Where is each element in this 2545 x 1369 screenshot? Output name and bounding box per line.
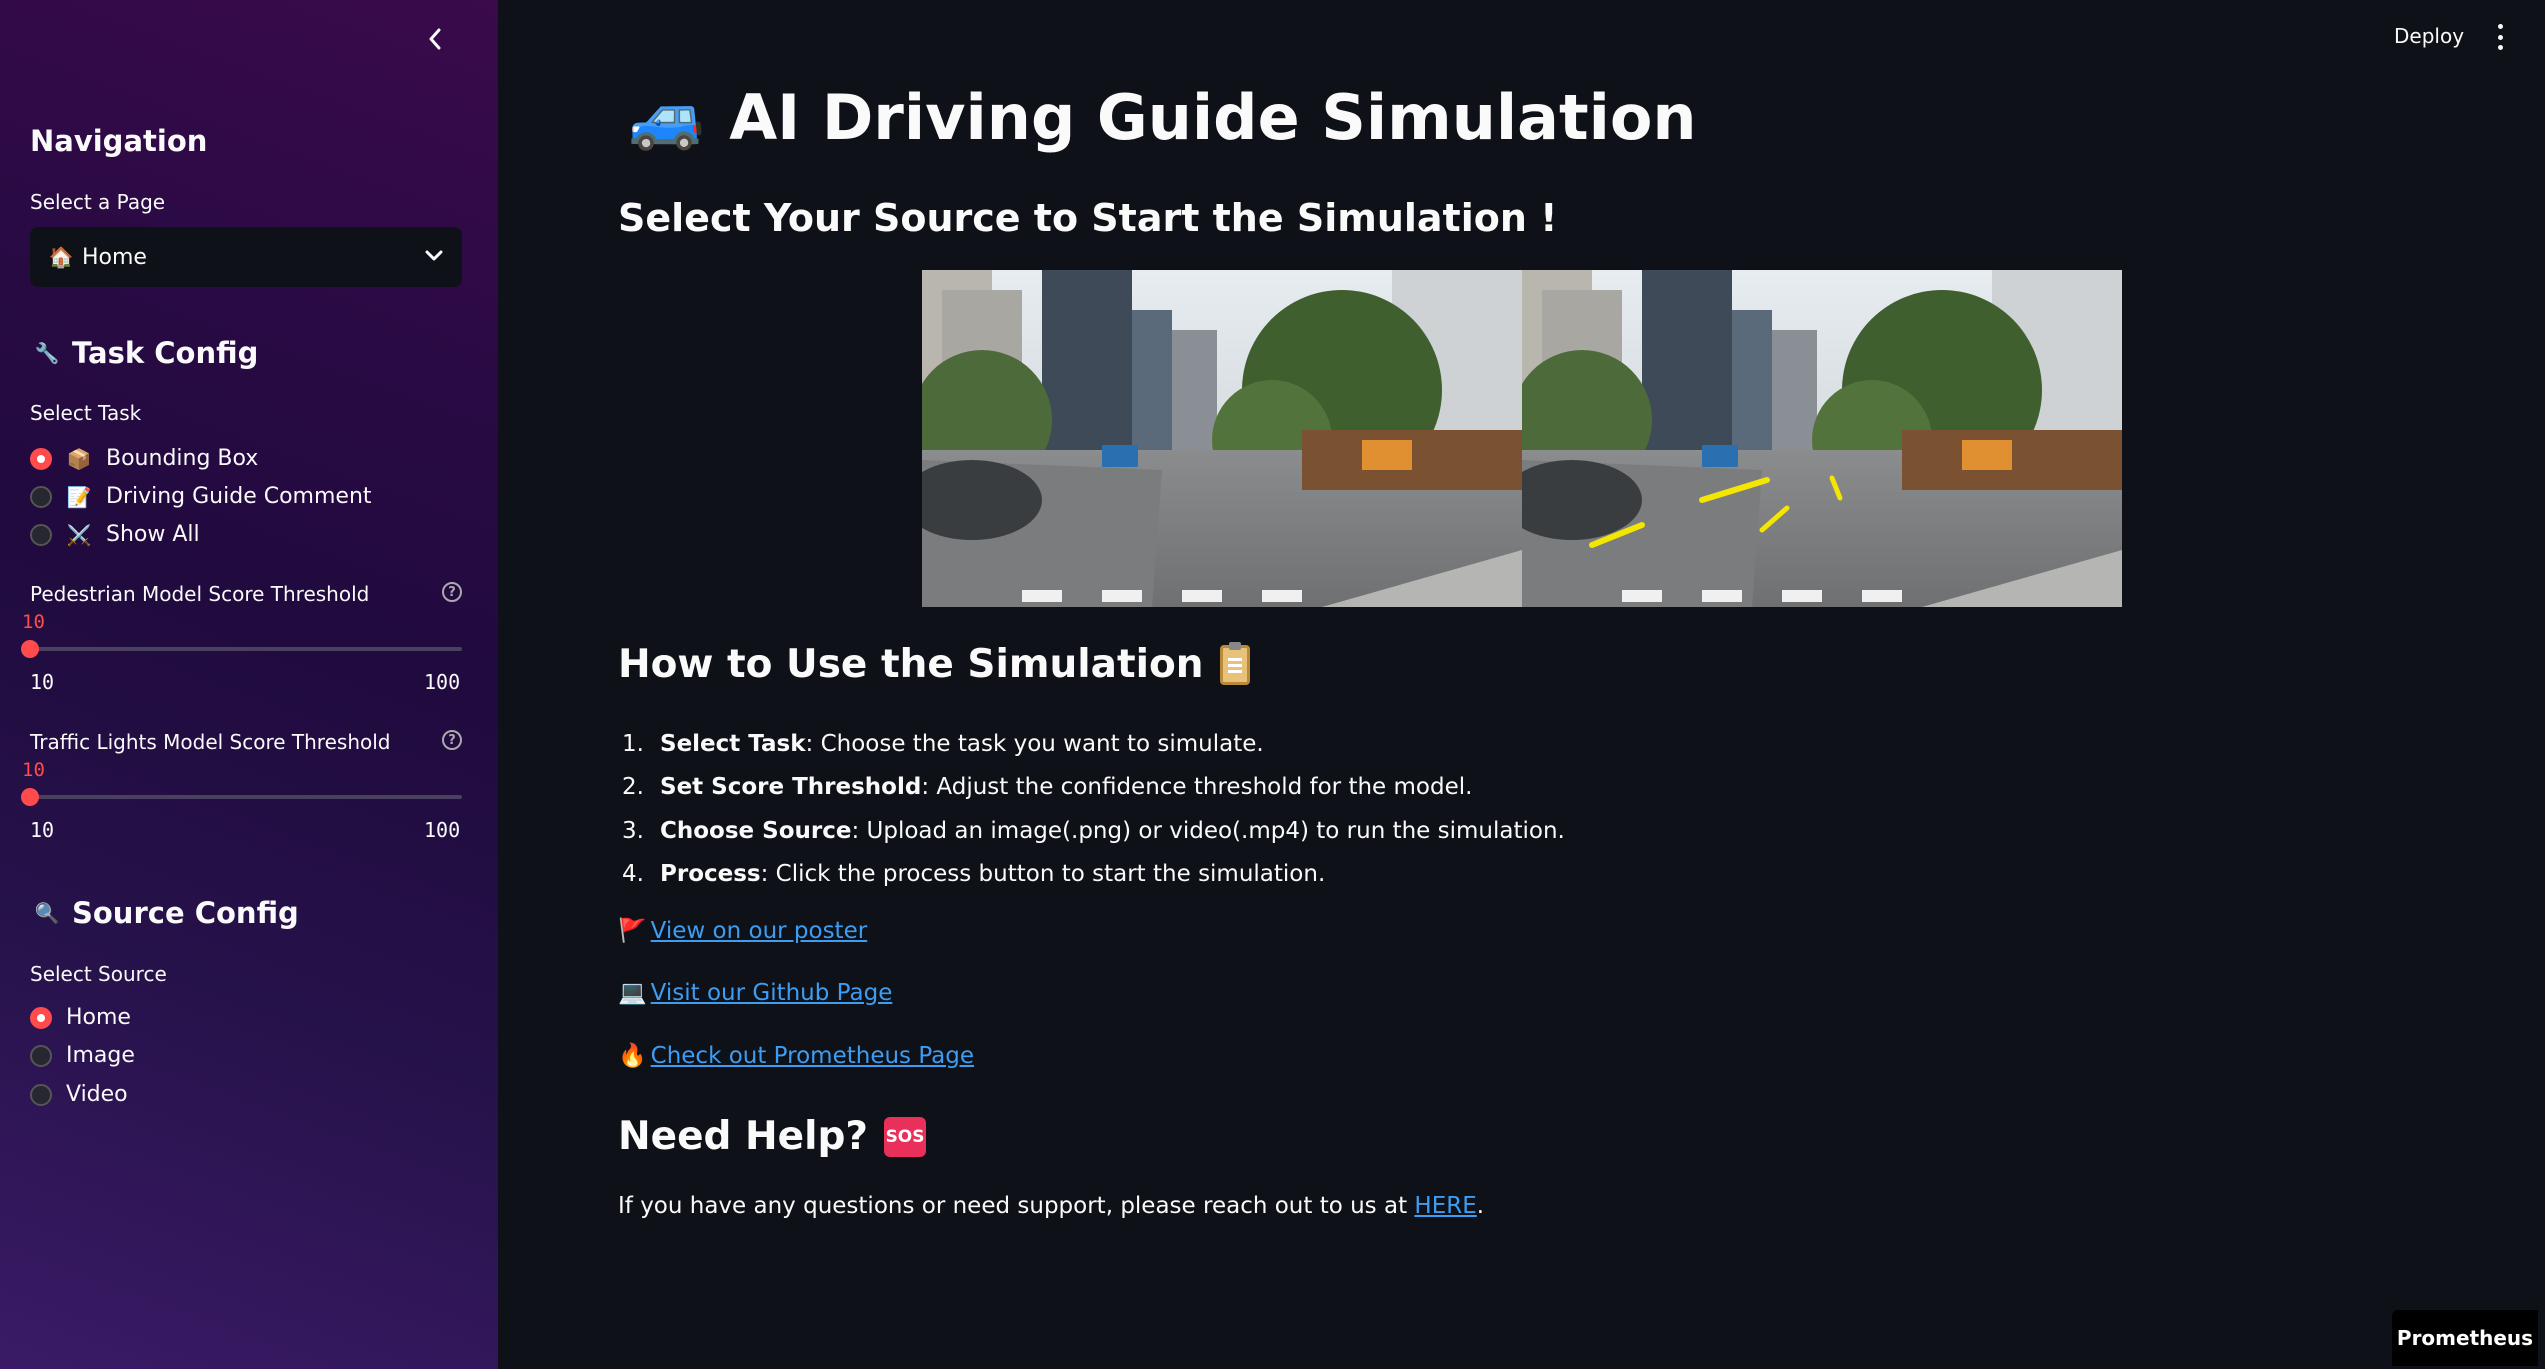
- radio-selected[interactable]: [30, 447, 52, 470]
- prometheus-link-row: 🔥 Check out Prometheus Page: [618, 1042, 974, 1070]
- original-frame: [922, 270, 1522, 607]
- task-config-title: Task Config: [72, 336, 259, 370]
- home-icon: 🏠: [48, 245, 74, 269]
- radio-selected[interactable]: [30, 1006, 52, 1029]
- simulation-preview-image: [922, 270, 2122, 607]
- fire-icon: 🔥: [618, 1043, 647, 1069]
- select-task-label: Select Task: [30, 401, 142, 425]
- poster-link-row: 🚩 View on our poster: [618, 917, 868, 945]
- main-menu-icon[interactable]: [2490, 24, 2510, 50]
- how-to-heading: How to Use the Simulation: [618, 641, 1250, 687]
- pedestrian-slider-value: 10: [22, 611, 45, 633]
- source-option-video[interactable]: Video: [30, 1082, 128, 1107]
- source-option-label: Home: [66, 1005, 131, 1030]
- pedestrian-threshold-text: Pedestrian Model Score Threshold: [30, 582, 370, 606]
- collapse-sidebar-button[interactable]: [420, 24, 450, 54]
- prometheus-badge[interactable]: Prometheus: [2392, 1310, 2538, 1366]
- traffic-threshold-text: Traffic Lights Model Score Threshold: [30, 730, 391, 754]
- help-link[interactable]: HERE: [1414, 1193, 1476, 1219]
- task-option-show-all[interactable]: ⚔️ Show All: [30, 522, 200, 547]
- traffic-threshold-label: Traffic Lights Model Score Threshold ?: [30, 730, 462, 754]
- task-option-driving-guide-comment[interactable]: 📝 Driving Guide Comment: [30, 484, 372, 509]
- task-option-label: Show All: [106, 522, 200, 547]
- radio-unselected[interactable]: [30, 1044, 52, 1067]
- magnifier-icon: 🔍: [34, 901, 60, 925]
- traffic-slider-min: 10: [30, 818, 55, 842]
- page-select-value: Home: [82, 244, 147, 270]
- pedestrian-slider-thumb[interactable]: [21, 640, 39, 658]
- chevron-down-icon: [425, 250, 443, 261]
- help-icon[interactable]: ?: [442, 582, 462, 602]
- sidebar: Navigation Select a Page 🏠 Home 🔧 Task C…: [0, 0, 498, 1369]
- annotated-frame: [1522, 270, 2122, 607]
- flag-icon: 🚩: [618, 918, 647, 944]
- navigation-heading: Navigation: [30, 124, 208, 158]
- need-help-title: Need Help?: [618, 1114, 869, 1159]
- github-link[interactable]: Visit our Github Page: [651, 980, 893, 1006]
- traffic-slider-track[interactable]: [30, 795, 462, 799]
- pedestrian-slider-max: 100: [424, 670, 461, 694]
- radio-unselected[interactable]: [30, 485, 52, 508]
- task-option-bounding-box[interactable]: 📦 Bounding Box: [30, 446, 258, 471]
- source-option-image[interactable]: Image: [30, 1043, 135, 1068]
- traffic-slider-max: 100: [424, 818, 461, 842]
- page-title: 🚙 AI Driving Guide Simulation: [628, 80, 1697, 154]
- wrench-icon: 🔧: [34, 341, 60, 365]
- page-subtitle: Select Your Source to Start the Simulati…: [618, 196, 1558, 240]
- source-option-label: Image: [66, 1043, 135, 1068]
- select-source-label: Select Source: [30, 962, 167, 986]
- pedestrian-slider-track[interactable]: [30, 647, 462, 651]
- traffic-slider-thumb[interactable]: [21, 788, 39, 806]
- need-help-heading: Need Help? SOS: [618, 1114, 927, 1159]
- deploy-button[interactable]: Deploy: [2394, 24, 2464, 48]
- list-item: 3. Choose Source: Upload an image(.png) o…: [622, 817, 1565, 844]
- page-title-text: AI Driving Guide Simulation: [729, 80, 1697, 154]
- task-config-heading: 🔧 Task Config: [34, 336, 259, 370]
- how-to-title: How to Use the Simulation: [618, 642, 1204, 687]
- page-select[interactable]: 🏠 Home: [30, 227, 462, 287]
- sos-icon: SOS: [884, 1116, 927, 1157]
- help-text: If you have any questions or need suppor…: [618, 1193, 1415, 1219]
- clipboard-icon: [1219, 641, 1250, 685]
- source-option-home[interactable]: Home: [30, 1005, 131, 1030]
- chevron-left-icon: [429, 28, 441, 50]
- list-item: 2. Set Score Threshold: Adjust the confid…: [622, 774, 1473, 801]
- pedestrian-slider-min: 10: [30, 670, 55, 694]
- task-option-label: Bounding Box: [106, 446, 259, 471]
- select-page-label: Select a Page: [30, 190, 166, 214]
- computer-icon: 💻: [618, 980, 647, 1006]
- radio-unselected[interactable]: [30, 1083, 52, 1106]
- list-item: 1. Select Task: Choose the task you want …: [622, 730, 1264, 757]
- instruction-list: 1. Select Task: Choose the task you want …: [622, 722, 1565, 896]
- task-option-label: Driving Guide Comment: [106, 484, 372, 509]
- pedestrian-threshold-label: Pedestrian Model Score Threshold ?: [30, 582, 462, 606]
- poster-link[interactable]: View on our poster: [651, 918, 868, 944]
- radio-unselected[interactable]: [30, 523, 52, 546]
- package-icon: 📦: [66, 446, 92, 471]
- github-link-row: 💻 Visit our Github Page: [618, 979, 893, 1007]
- help-icon[interactable]: ?: [442, 730, 462, 750]
- traffic-slider-value: 10: [22, 759, 45, 781]
- source-config-title: Source Config: [72, 896, 299, 930]
- source-option-label: Video: [66, 1082, 128, 1107]
- car-icon: 🚙: [628, 80, 706, 153]
- source-config-heading: 🔍 Source Config: [34, 896, 299, 930]
- list-item: 4. Process: Click the process button to s…: [622, 861, 1326, 888]
- crossed-swords-icon: ⚔️: [66, 522, 92, 547]
- prometheus-link[interactable]: Check out Prometheus Page: [651, 1043, 974, 1069]
- help-paragraph: If you have any questions or need suppor…: [618, 1193, 1485, 1219]
- memo-icon: 📝: [66, 484, 92, 509]
